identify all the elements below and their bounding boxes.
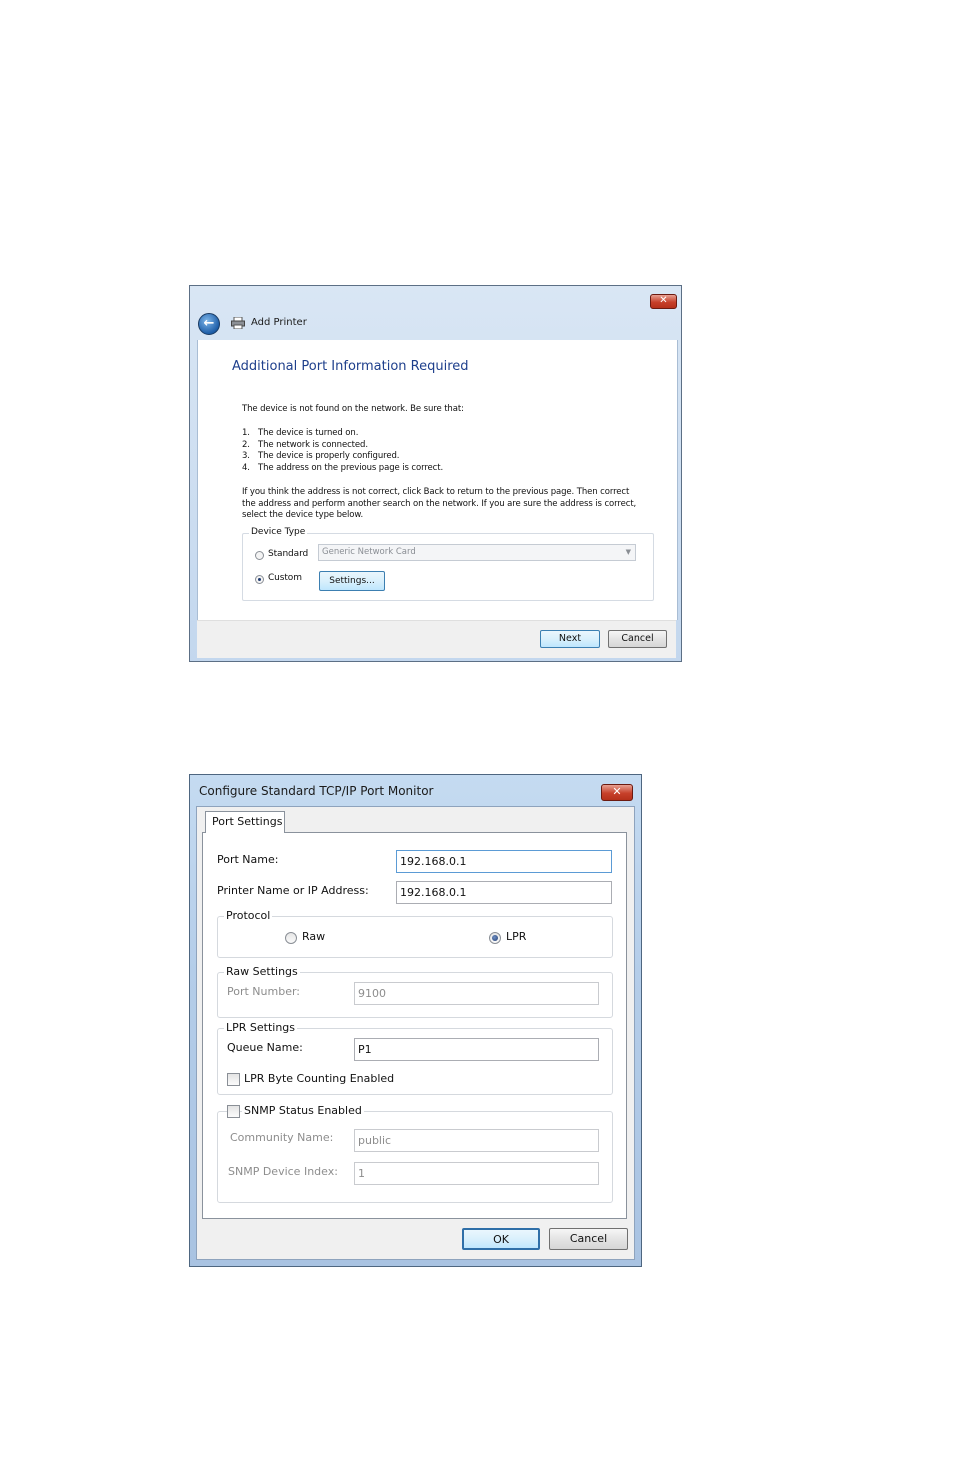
chevron-down-icon: ▼ (625, 548, 631, 556)
window-title: Configure Standard TCP/IP Port Monitor (199, 784, 434, 798)
port-number-input[interactable]: 9100 (354, 982, 599, 1005)
queue-name-label: Queue Name: (227, 1041, 303, 1054)
lpr-settings-legend: LPR Settings (224, 1021, 298, 1034)
settings-button[interactable]: Settings... (319, 571, 385, 591)
port-name-label: Port Name: (217, 853, 279, 866)
ok-button[interactable]: OK (462, 1228, 540, 1250)
device-type-group: Device Type Standard Generic Network Car… (242, 527, 654, 601)
check-number: 4. (242, 463, 250, 473)
device-type-select[interactable]: Generic Network Card ▼ (318, 544, 636, 561)
snmp-enabled-label: SNMP Status Enabled (242, 1104, 364, 1117)
raw-settings-legend: Raw Settings (224, 965, 300, 978)
check-text: The device is properly configured. (258, 451, 400, 461)
device-index-label: SNMP Device Index: (228, 1165, 338, 1178)
check-text: The address on the previous page is corr… (258, 463, 444, 473)
dialog-body: Port Settings Port Name: 192.168.0.1 Pri… (196, 806, 635, 1260)
standard-radio[interactable] (255, 551, 264, 560)
tab-port-settings[interactable]: Port Settings (205, 811, 285, 833)
port-name-input[interactable]: 192.168.0.1 (396, 850, 612, 873)
tcpip-port-dialog: Configure Standard TCP/IP Port Monitor ✕… (189, 774, 642, 1267)
close-icon: ✕ (612, 785, 622, 798)
check-number: 2. (242, 440, 250, 450)
raw-label: Raw (302, 930, 326, 943)
device-type-value: Generic Network Card (322, 547, 416, 557)
check-number: 1. (242, 428, 250, 438)
back-button[interactable]: ← (198, 313, 220, 335)
wizard-content: Additional Port Information Required The… (197, 340, 678, 620)
device-type-legend: Device Type (249, 527, 308, 537)
port-number-label: Port Number: (227, 985, 301, 998)
snmp-enabled-checkbox[interactable] (227, 1105, 240, 1118)
lpr-label: LPR (506, 930, 527, 943)
standard-label: Standard (268, 549, 309, 559)
raw-settings-group: Raw Settings Port Number: 9100 (217, 965, 613, 1018)
port-settings-panel: Port Name: 192.168.0.1 Printer Name or I… (202, 832, 627, 1219)
lpr-radio[interactable] (489, 932, 501, 944)
address-label: Printer Name or IP Address: (217, 884, 369, 897)
raw-radio[interactable] (285, 932, 297, 944)
cancel-button[interactable]: Cancel (608, 630, 667, 648)
close-button[interactable]: ✕ (650, 294, 677, 309)
address-input[interactable]: 192.168.0.1 (396, 881, 612, 904)
page-heading: Additional Port Information Required (232, 359, 469, 374)
back-arrow-icon: ← (203, 316, 215, 331)
close-icon: ✕ (659, 295, 668, 306)
check-text: The network is connected. (258, 440, 368, 450)
byte-counting-checkbox[interactable] (227, 1073, 240, 1086)
intro-text: The device is not found on the network. … (242, 404, 464, 414)
protocol-group: Protocol Raw LPR (217, 909, 613, 958)
device-index-input[interactable]: 1 (354, 1162, 599, 1185)
advice-line: the address and perform another search o… (242, 499, 637, 509)
add-printer-dialog: ✕ ← Add Printer Additional Port Informat… (189, 285, 682, 662)
cancel-button[interactable]: Cancel (549, 1228, 628, 1250)
custom-label: Custom (268, 573, 302, 583)
close-button[interactable]: ✕ (601, 784, 633, 801)
advice-line: If you think the address is not correct,… (242, 487, 630, 497)
check-text: The device is turned on. (258, 428, 359, 438)
advice-line: select the device type below. (242, 510, 364, 520)
check-number: 3. (242, 451, 250, 461)
community-name-input[interactable]: public (354, 1129, 599, 1152)
lpr-settings-group: LPR Settings Queue Name: P1 LPR Byte Cou… (217, 1021, 613, 1095)
protocol-legend: Protocol (224, 909, 273, 922)
community-name-label: Community Name: (230, 1131, 334, 1144)
custom-radio[interactable] (255, 575, 264, 584)
window-title: Add Printer (251, 317, 307, 328)
snmp-group: SNMP Status Enabled Community Name: publ… (217, 1104, 613, 1203)
byte-counting-label: LPR Byte Counting Enabled (244, 1072, 395, 1085)
queue-name-input[interactable]: P1 (354, 1038, 599, 1061)
wizard-footer: Next Cancel (197, 620, 676, 658)
printer-icon (231, 317, 245, 329)
next-button[interactable]: Next (540, 630, 600, 648)
